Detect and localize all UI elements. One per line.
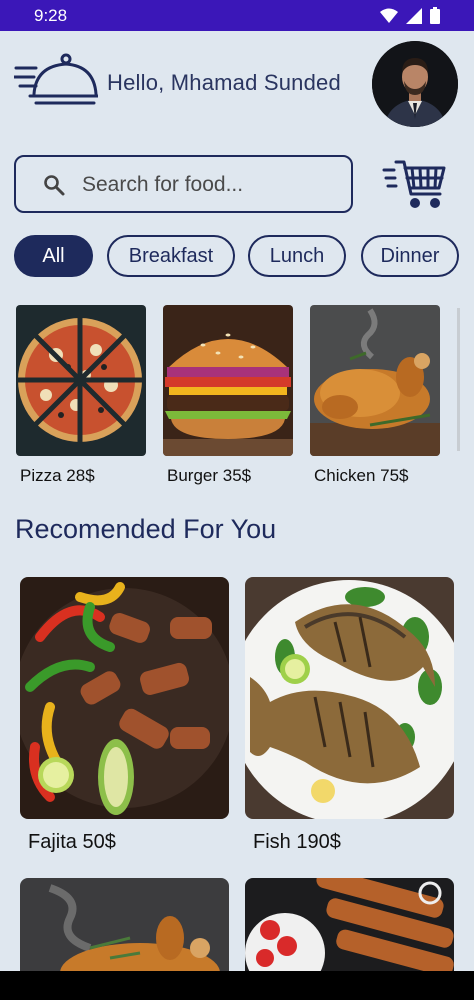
search-box[interactable] bbox=[14, 155, 353, 213]
avatar[interactable] bbox=[372, 41, 458, 127]
category-chip-lunch[interactable]: Lunch bbox=[248, 235, 346, 277]
food-card-pizza[interactable]: Pizza 28$ bbox=[16, 305, 146, 486]
search-icon bbox=[44, 175, 65, 196]
search-input[interactable] bbox=[82, 172, 342, 198]
food-card-burger[interactable]: Burger 35$ bbox=[163, 305, 293, 486]
pizza-image bbox=[16, 305, 146, 456]
signal-icon bbox=[406, 7, 422, 24]
fajita-image bbox=[20, 577, 229, 819]
food-card-label: Chicken 75$ bbox=[314, 466, 409, 485]
chicken-image bbox=[310, 305, 440, 456]
fish-image bbox=[245, 577, 454, 819]
food-card-label: Burger 35$ bbox=[167, 466, 252, 485]
cart-icon[interactable] bbox=[382, 156, 446, 212]
battery-icon bbox=[430, 7, 440, 24]
food-service-logo-icon bbox=[14, 53, 98, 105]
recommended-card-fajita[interactable]: Fajita 50$ bbox=[20, 577, 229, 854]
recommended-card-partial-chicken[interactable] bbox=[20, 878, 229, 971]
category-chip-all[interactable]: All bbox=[14, 235, 93, 277]
food-card-chicken[interactable]: Chicken 75$ bbox=[310, 305, 440, 486]
wifi-icon bbox=[380, 8, 398, 23]
category-chip-breakfast[interactable]: Breakfast bbox=[107, 235, 235, 277]
system-navigation-bar bbox=[0, 971, 474, 1000]
section-title: Recomended For You bbox=[15, 514, 277, 544]
recommended-card-fish[interactable]: Fish 190$ bbox=[245, 577, 454, 854]
next-card-edge bbox=[457, 308, 460, 451]
recommended-card-label: Fish 190$ bbox=[253, 831, 341, 853]
status-icons bbox=[380, 7, 440, 24]
greeting-text: Hello, Mhamad Sunded bbox=[107, 70, 341, 95]
food-card-label: Pizza 28$ bbox=[20, 466, 95, 485]
burger-image bbox=[163, 305, 293, 456]
recommended-card-partial-kebab[interactable] bbox=[245, 878, 454, 971]
recommended-card-label: Fajita 50$ bbox=[28, 831, 116, 853]
status-bar: 9:28 bbox=[0, 0, 474, 31]
status-time: 9:28 bbox=[34, 6, 68, 25]
avatar-photo bbox=[372, 41, 458, 127]
category-chip-dinner[interactable]: Dinner bbox=[361, 235, 459, 277]
